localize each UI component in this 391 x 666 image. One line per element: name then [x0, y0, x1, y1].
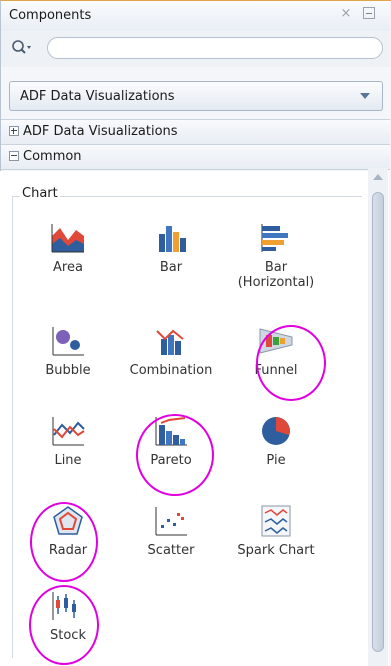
- search-icon[interactable]: [11, 39, 33, 57]
- component-label: Line: [54, 453, 82, 468]
- group-border: [12, 196, 13, 658]
- section-adf-data-visualizations[interactable]: ADF Data Visualizations: [1, 119, 390, 145]
- search-input[interactable]: [47, 37, 383, 59]
- component-area[interactable]: Area: [18, 222, 118, 275]
- section-label: ADF Data Visualizations: [23, 124, 178, 139]
- component-combination[interactable]: Combination: [121, 325, 221, 378]
- horizontal-bar-chart-icon: [261, 224, 288, 252]
- component-spark-chart[interactable]: Spark Chart: [226, 505, 326, 558]
- area-chart-icon: [51, 224, 84, 253]
- line-chart-icon: [52, 417, 85, 446]
- component-label: Pie: [266, 453, 286, 468]
- group-divider: [12, 196, 362, 197]
- bar-chart-icon: [159, 226, 186, 252]
- pie-chart-icon: [262, 417, 290, 445]
- search-row: [1, 31, 390, 67]
- library-dropdown-value: ADF Data Visualizations: [20, 89, 175, 104]
- component-label: Bar: [159, 260, 183, 275]
- scatter-chart-icon: [155, 507, 187, 536]
- expand-icon[interactable]: [9, 126, 19, 136]
- component-label: Area: [53, 260, 83, 275]
- scroll-up-icon[interactable]: [373, 174, 383, 180]
- panel-title: Components: [9, 8, 92, 23]
- component-bar-horizontal[interactable]: Bar (Horizontal): [226, 222, 326, 290]
- bubble-chart-icon: [52, 327, 84, 356]
- stock-highlight-circle: [29, 585, 99, 665]
- component-line[interactable]: Line: [18, 415, 118, 468]
- close-icon[interactable]: ×: [339, 7, 353, 21]
- chevron-down-icon: [360, 93, 370, 99]
- component-label: Spark Chart: [237, 543, 315, 558]
- spark-chart-icon: [261, 505, 291, 537]
- minimize-icon[interactable]: [363, 7, 375, 19]
- component-scatter[interactable]: Scatter: [121, 505, 221, 558]
- combination-chart-icon: [156, 329, 184, 355]
- funnel-highlight-circle: [256, 325, 326, 401]
- section-label: Common: [23, 149, 82, 164]
- component-label: Bar (Horizontal): [237, 260, 315, 290]
- component-label: Scatter: [147, 543, 195, 558]
- radar-highlight-circle: [30, 502, 98, 582]
- pareto-highlight-circle: [136, 414, 214, 496]
- component-bar[interactable]: Bar: [121, 222, 221, 275]
- section-common[interactable]: Common: [1, 144, 390, 170]
- component-label: Combination: [129, 363, 213, 378]
- component-bubble[interactable]: Bubble: [18, 325, 118, 378]
- component-label: Bubble: [45, 363, 91, 378]
- scrollbar-thumb[interactable]: [372, 192, 384, 652]
- panel-header: Components ×: [1, 1, 390, 32]
- collapse-icon[interactable]: [9, 151, 19, 161]
- group-label-chart: Chart: [20, 186, 60, 201]
- component-pie[interactable]: Pie: [226, 415, 326, 468]
- library-dropdown[interactable]: ADF Data Visualizations: [9, 81, 383, 111]
